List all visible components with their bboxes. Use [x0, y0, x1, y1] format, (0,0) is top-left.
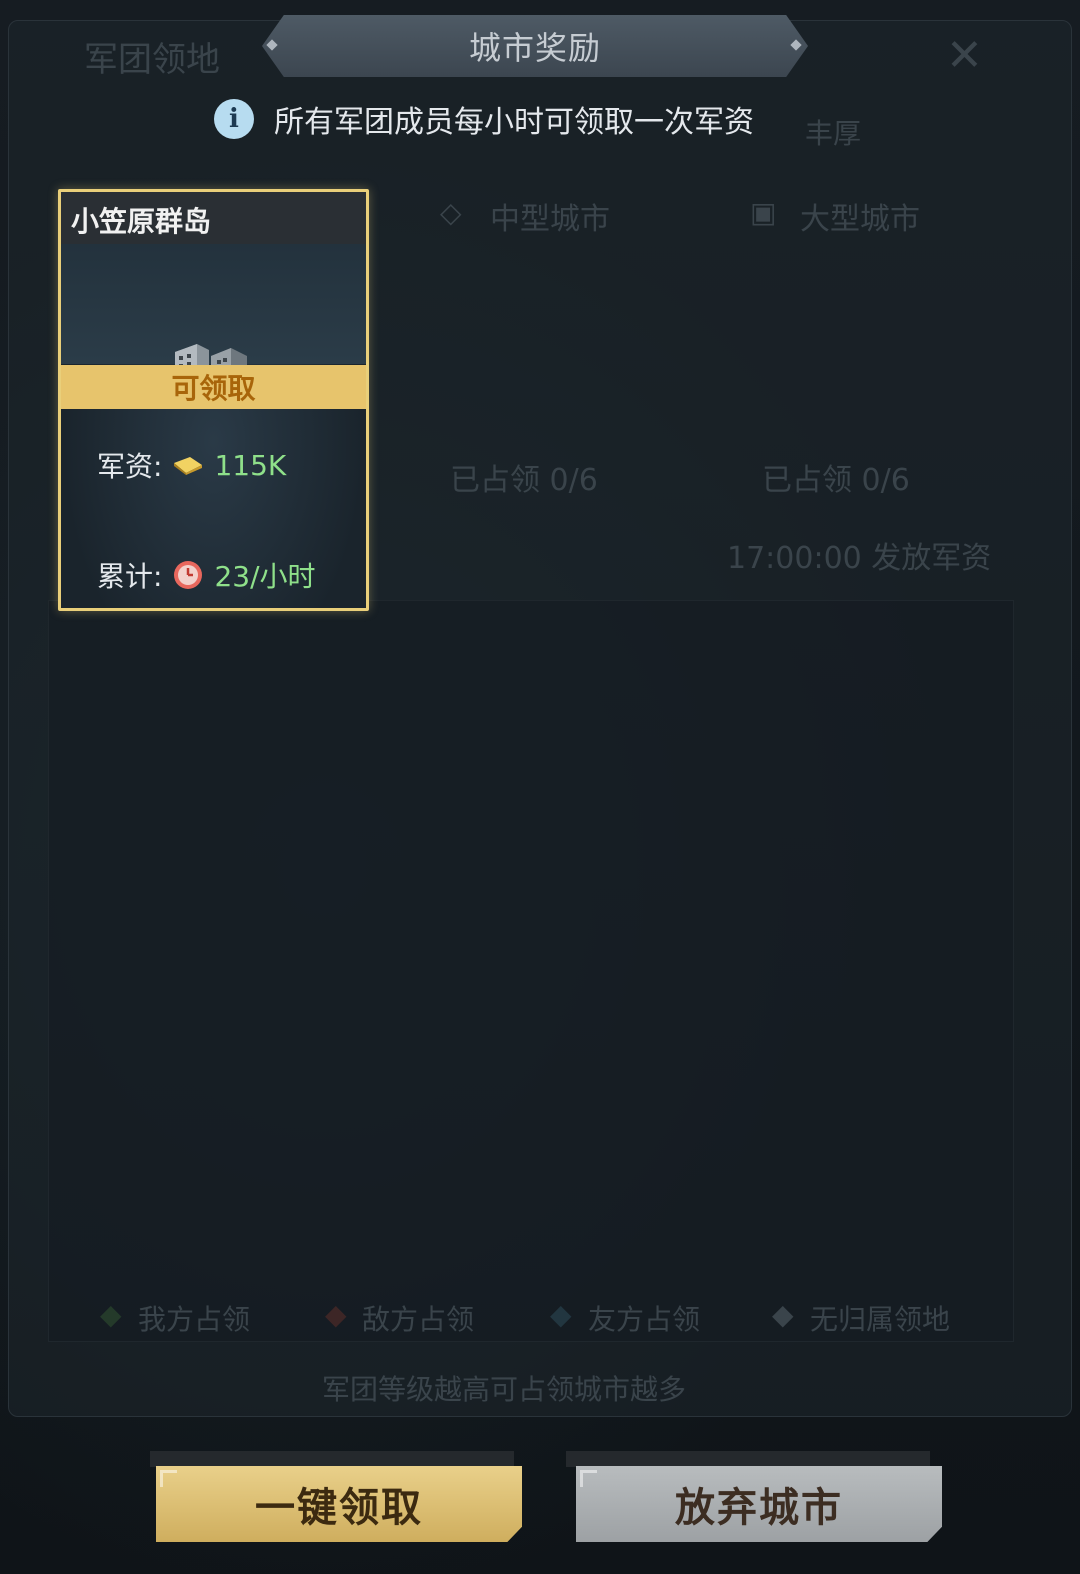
info-icon: i — [214, 99, 254, 139]
supply-row: 军资: 115K — [97, 445, 286, 485]
info-text: 所有军团成员每小时可领取一次军资 — [274, 105, 754, 140]
legend-enemy-icon: ◆ — [325, 1298, 347, 1331]
underlying-release-time: 17:00:00 发放军资 — [727, 541, 992, 576]
legend-none: 无归属领地 — [810, 1303, 951, 1336]
legend-ally-icon: ◆ — [550, 1298, 572, 1331]
legend-own: 我方占领 — [138, 1303, 251, 1336]
supply-value: 115K — [214, 448, 287, 482]
claim-button-corner-icon — [160, 1470, 177, 1487]
clock-icon — [174, 561, 203, 589]
accumulate-value: 23/小时 — [214, 560, 316, 593]
abandon-button-corner-icon — [580, 1470, 597, 1487]
city-card[interactable]: 小笠原群岛 可领取 军资: 115K 累计: 23/小时 — [58, 189, 369, 611]
dialog-title: 城市奖励 — [468, 29, 601, 67]
underlying-tab-diamond-icon: ◇ — [440, 196, 462, 229]
underlying-title: 军团领地 — [84, 40, 220, 80]
underlying-tab-medium: 中型城市 — [490, 202, 610, 237]
underlying-occupied-medium: 已占领 0/6 — [450, 463, 598, 498]
accumulate-label: 累计: — [97, 560, 163, 593]
accumulate-row: 累计: 23/小时 — [97, 555, 316, 595]
claimable-status: 可领取 — [171, 372, 256, 405]
legend-enemy: 敌方占领 — [362, 1303, 475, 1336]
gold-bar-icon — [174, 457, 203, 475]
underlying-footer-tip: 军团等级越高可占领城市越多 — [322, 1373, 687, 1406]
underlying-tip-tail: 丰厚 — [805, 117, 862, 150]
claim-all-label: 一键领取 — [255, 1485, 423, 1531]
supply-label: 军资: — [97, 450, 163, 483]
underlying-map-area — [48, 600, 1014, 1342]
claimable-strip: 可领取 — [61, 365, 366, 409]
info-row: i 所有军团成员每小时可领取一次军资 — [214, 96, 754, 142]
underlying-tab-large: 大型城市 — [800, 202, 920, 237]
dialog-title-banner: 城市奖励 — [262, 15, 808, 77]
underlying-tab-square-icon: ▣ — [750, 196, 777, 229]
abandon-city-button[interactable]: 放弃城市 — [576, 1466, 942, 1542]
abandon-button-shadow — [566, 1451, 930, 1467]
city-name: 小笠原群岛 — [71, 205, 212, 238]
abandon-city-label: 放弃城市 — [675, 1485, 843, 1531]
underlying-close-icon: ✕ — [946, 30, 983, 81]
claim-button-shadow — [150, 1451, 514, 1467]
legend-own-icon: ◆ — [100, 1298, 122, 1331]
claim-all-button[interactable]: 一键领取 — [156, 1466, 522, 1542]
legend-none-icon: ◆ — [772, 1298, 794, 1331]
underlying-occupied-large: 已占领 0/6 — [762, 463, 910, 498]
city-card-header: 小笠原群岛 — [61, 192, 366, 244]
legend-ally: 友方占领 — [588, 1303, 701, 1336]
